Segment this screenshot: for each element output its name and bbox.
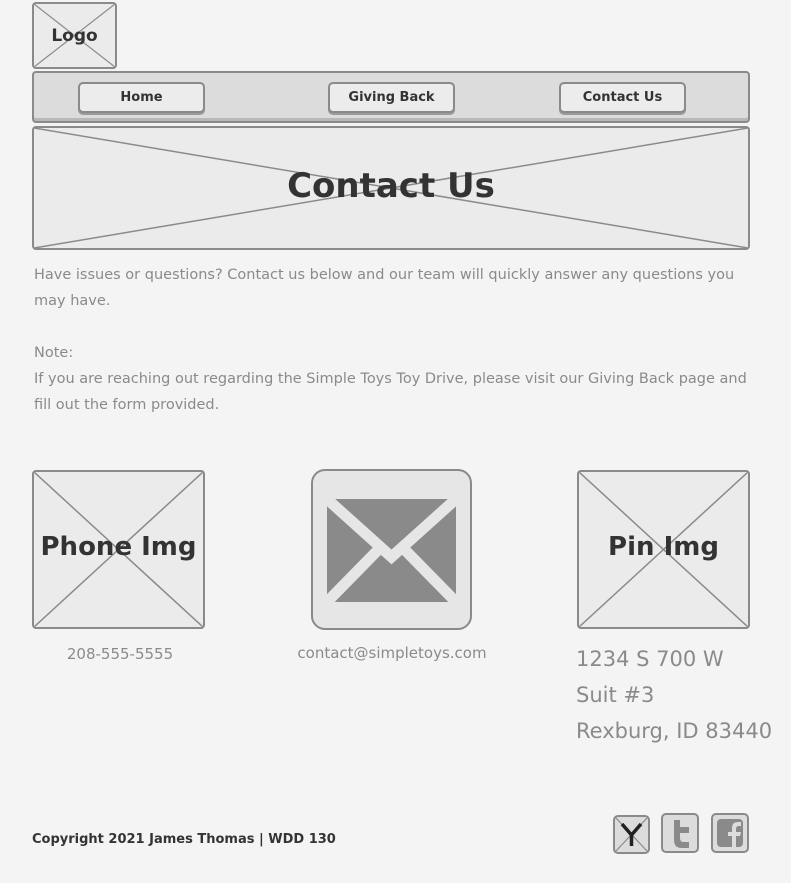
address-line-3: Rexburg, ID 83440 <box>576 719 773 743</box>
logo-label: Logo <box>51 26 98 46</box>
envelope-icon[interactable] <box>311 469 472 630</box>
phone-image: Phone Img <box>32 470 205 629</box>
nav-home-button[interactable]: Home <box>78 82 205 113</box>
copyright-text: Copyright 2021 James Thomas | WDD 130 <box>32 832 336 847</box>
facebook-glyph <box>717 819 743 847</box>
twitter-glyph <box>674 820 689 848</box>
nav-bar: Home Giving Back Contact Us <box>32 71 750 123</box>
twitter-icon[interactable] <box>661 813 699 853</box>
nav-giving-back-button[interactable]: Giving Back <box>328 82 455 113</box>
yahoo-icon[interactable] <box>613 815 650 854</box>
pin-image-label: Pin Img <box>608 532 719 562</box>
address: 1234 S 700 W Suit #3 Rexburg, ID 83440 <box>576 641 791 749</box>
logo[interactable]: Logo <box>32 2 117 69</box>
nav-contact-us-button[interactable]: Contact Us <box>559 82 686 113</box>
address-line-1: 1234 S 700 W <box>576 647 724 671</box>
note-text: If you are reaching out regarding the Si… <box>34 371 747 413</box>
page-title: Contact Us <box>287 166 495 206</box>
note-label: Note: <box>34 345 74 361</box>
email-link[interactable]: contact@simpletoys.com <box>282 644 502 662</box>
phone-number[interactable]: 208-555-5555 <box>32 645 208 663</box>
pin-image: Pin Img <box>577 470 750 629</box>
envelope-graphic <box>327 499 456 602</box>
phone-image-label: Phone Img <box>40 532 197 562</box>
facebook-icon[interactable] <box>711 813 749 853</box>
address-line-2: Suit #3 <box>576 683 655 707</box>
hero-banner: Contact Us <box>32 126 750 250</box>
yahoo-glyph <box>615 817 648 852</box>
intro-text: Have issues or questions? Contact us bel… <box>34 267 735 309</box>
